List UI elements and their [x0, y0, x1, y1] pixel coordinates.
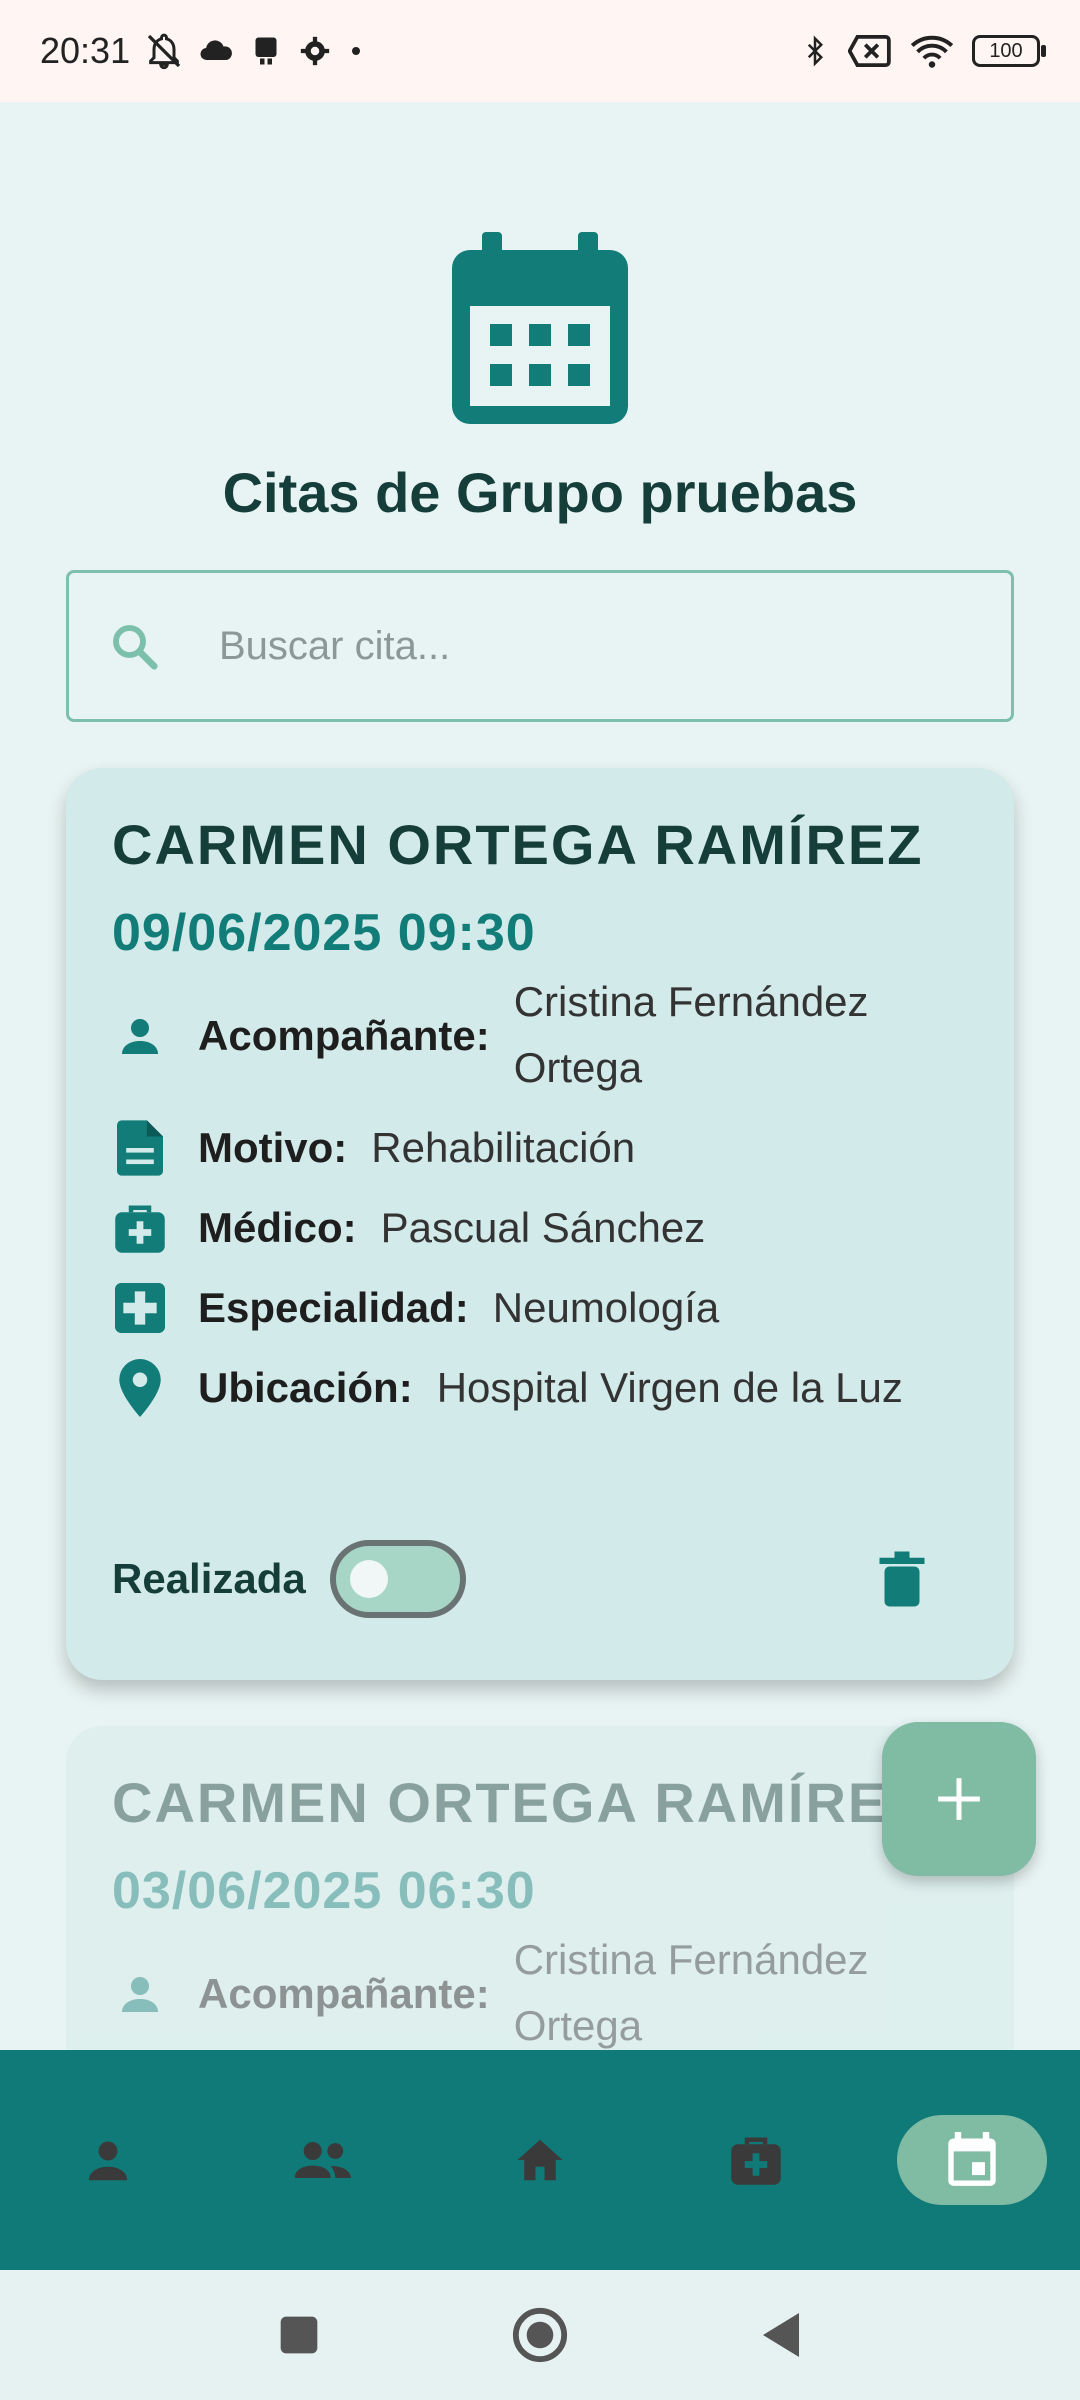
- specialty-row: Especialidad: Neumología: [112, 1275, 968, 1341]
- doctor-label: Médico:: [198, 1204, 357, 1251]
- battery-level: 100: [989, 39, 1023, 62]
- toggle-knob: [349, 1560, 388, 1598]
- add-icon: [938, 1778, 980, 1820]
- location-value: Hospital Virgen de la Luz: [436, 1364, 903, 1411]
- nav-appointments[interactable]: [897, 2115, 1047, 2205]
- calendar-icon: [948, 2132, 996, 2186]
- bluetooth-icon: [800, 31, 830, 71]
- status-bar: 20:31 100: [0, 0, 1080, 102]
- status-time: 20:31: [40, 30, 131, 71]
- patient-name: CARMEN ORTEGA RAMÍREZ: [112, 1771, 924, 1834]
- page-title: Citas de Grupo pruebas: [222, 461, 858, 524]
- cloud-icon: [198, 33, 234, 69]
- medical-bag-icon: [112, 1195, 168, 1261]
- search-field[interactable]: [66, 570, 1014, 722]
- system-navigation: [0, 2270, 1080, 2400]
- reason-row: Motivo: Rehabilitación: [112, 1115, 968, 1181]
- recents-icon[interactable]: [277, 2313, 321, 2357]
- done-toggle[interactable]: [329, 1540, 466, 1618]
- search-input[interactable]: [217, 622, 981, 670]
- nav-medical[interactable]: [681, 2115, 831, 2205]
- person-icon: [112, 1003, 168, 1069]
- location-row: Ubicación: Hospital Virgen de la Luz: [112, 1355, 968, 1421]
- settings-icon: [298, 34, 332, 68]
- device-icon: [248, 33, 284, 69]
- calendar-icon: [452, 228, 628, 424]
- battery-icon: 100: [972, 35, 1046, 67]
- person-icon: [88, 2141, 128, 2181]
- appointment-datetime: 03/06/2025 06:30: [112, 1862, 536, 1920]
- companion-label: Acompañante:: [198, 1012, 490, 1059]
- companion-label: Acompañante:: [198, 1970, 490, 2017]
- person-icon: [112, 1961, 168, 2027]
- specialty-label: Especialidad:: [198, 1284, 469, 1331]
- nav-profile[interactable]: [33, 2115, 183, 2205]
- doctor-value: Pascual Sánchez: [380, 1204, 706, 1251]
- nav-groups[interactable]: [249, 2115, 399, 2205]
- back-icon[interactable]: [759, 2311, 803, 2359]
- search-icon: [113, 625, 158, 670]
- bottom-navigation: [0, 2050, 1080, 2270]
- done-label: Realizada: [112, 1555, 306, 1602]
- medical-cross-icon: [112, 1275, 168, 1341]
- location-pin-icon: [112, 1355, 168, 1421]
- delete-icon[interactable]: [872, 1549, 932, 1609]
- home-icon: [517, 2139, 563, 2181]
- companion-row: Acompañante: Cristina Fernández Ortega: [112, 978, 968, 1101]
- doctor-row: Médico: Pascual Sánchez: [112, 1195, 968, 1261]
- sim-off-icon: [848, 33, 892, 69]
- patient-name: CARMEN ORTEGA RAMÍREZ: [112, 813, 924, 876]
- home-button-icon[interactable]: [511, 2306, 569, 2364]
- wifi-icon: [910, 33, 954, 69]
- add-appointment-button[interactable]: [882, 1722, 1036, 1876]
- location-label: Ubicación:: [198, 1364, 413, 1411]
- document-icon: [112, 1115, 168, 1181]
- specialty-value: Neumología: [492, 1284, 720, 1331]
- companion-value: Cristina Fernández Ortega: [513, 1936, 869, 2049]
- medical-bag-icon: [731, 2137, 781, 2185]
- reason-label: Motivo:: [198, 1124, 348, 1171]
- appointment-card[interactable]: CARMEN ORTEGA RAMÍREZ 09/06/2025 09:30 A…: [66, 768, 1014, 1680]
- dot-icon: [346, 41, 366, 61]
- notifications-off-icon: [144, 31, 184, 71]
- appointment-datetime: 09/06/2025 09:30: [112, 904, 536, 962]
- companion-row: Acompañante: Cristina Fernández Ortega: [112, 1936, 968, 2059]
- group-icon: [294, 2142, 351, 2178]
- reason-value: Rehabilitación: [371, 1124, 636, 1171]
- companion-value: Cristina Fernández Ortega: [513, 978, 869, 1091]
- nav-home[interactable]: [465, 2115, 615, 2205]
